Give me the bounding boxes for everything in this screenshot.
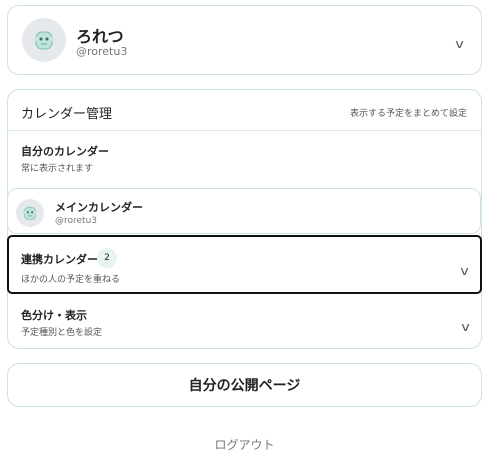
logout-link[interactable]: ログアウト (0, 436, 489, 453)
main-calendar-title: メインカレンダー (55, 201, 143, 214)
profile-handle: @roretu3 (76, 45, 128, 58)
main-calendar-item[interactable]: メインカレンダー @roretu3 (7, 188, 481, 234)
section-title: カレンダー管理 (21, 107, 113, 122)
profile-name: ろれつ (76, 27, 124, 46)
color-display-subtitle: 予定種別と色を設定 (21, 328, 103, 338)
chevron-down-icon[interactable]: v (455, 37, 464, 51)
chevron-down-icon[interactable]: v (461, 320, 470, 334)
color-display-title[interactable]: 色分け・表示 (21, 307, 87, 323)
linked-calendar-item[interactable]: 連携カレンダー 2 ほかの人の予定を重ねる v (7, 235, 482, 294)
linked-calendar-subtitle: ほかの人の予定を重ねる (21, 275, 121, 285)
ghost-mascot-icon (33, 31, 55, 50)
calendar-management-header: カレンダー管理 表示する予定をまとめて設定 (8, 90, 481, 131)
merge-display-settings-link[interactable]: 表示する予定をまとめて設定 (350, 106, 467, 119)
profile-card[interactable]: ろれつ @roretu3 v (7, 5, 482, 75)
public-page-button[interactable]: 自分の公開ページ (7, 363, 482, 407)
chevron-down-icon[interactable]: v (460, 264, 469, 278)
avatar (16, 199, 44, 227)
main-calendar-handle: @roretu3 (55, 216, 98, 226)
ghost-mascot-icon (22, 206, 38, 220)
avatar (22, 18, 66, 62)
linked-calendar-title: 連携カレンダー (21, 253, 98, 266)
my-calendar-title: 自分のカレンダー (21, 145, 109, 158)
my-calendar-subtitle: 常に表示されます (21, 164, 94, 174)
count-badge: 2 (97, 248, 117, 268)
